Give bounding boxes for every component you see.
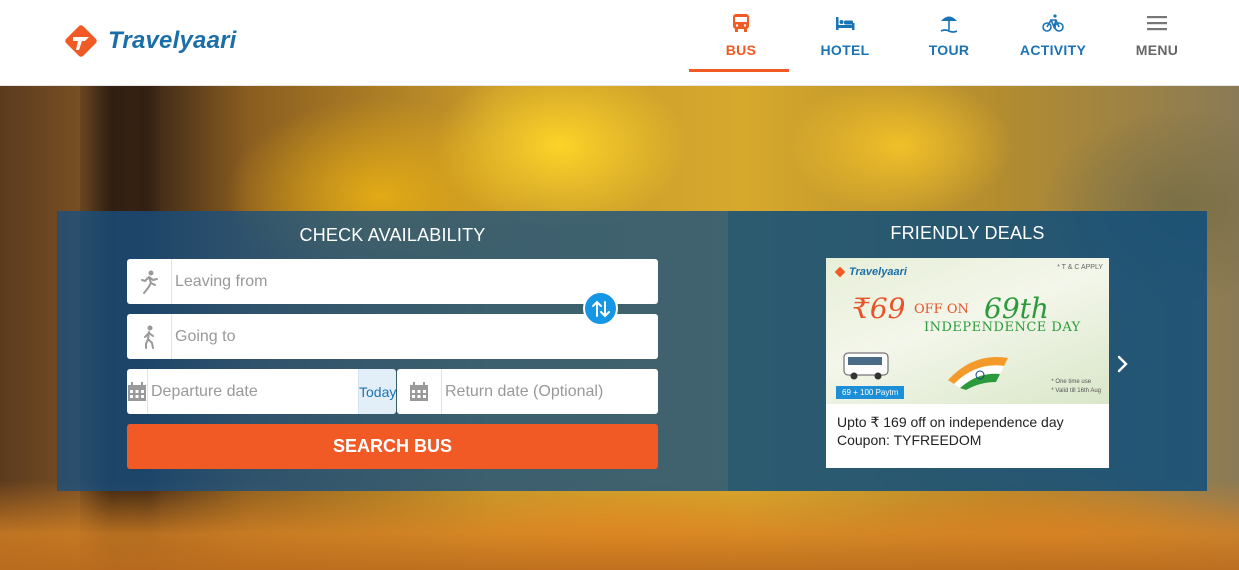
leaf-ground [0,480,1239,570]
calendar-icon [410,381,428,401]
departure-date-input[interactable] [148,370,358,413]
friendly-deals-title: FRIENDLY DEALS [890,223,1045,243]
return-date-field [397,369,658,414]
brand-name: Travelyaari [108,27,237,54]
nav-hotel-label: HOTEL [820,42,870,58]
nav-menu-label: MENU [1135,42,1179,58]
banner-brand: Travelyaari [849,266,907,278]
banner-off-on: OFF ON [914,302,969,317]
deal-description: Upto ₹ 169 off on independence day [837,414,1064,430]
nav-menu[interactable]: MENU [1105,0,1209,86]
logo[interactable]: Travelyaari [62,22,237,60]
leaving-from-field [127,259,658,304]
leaving-from-input[interactable] [172,260,658,303]
nav-activity[interactable]: ACTIVITY [1001,0,1105,86]
site-header: Travelyaari BUS HOTEL TOUR ACTIVITY MENU [0,0,1239,86]
return-date-input[interactable] [442,370,658,413]
banner-occasion: INDEPENDENCE DAY [924,320,1081,335]
nav-hotel[interactable]: HOTEL [793,0,897,86]
deal-coupon: Coupon: TYFREEDOM [837,432,982,448]
beach-umbrella-icon [940,16,958,33]
swap-arrows-icon [591,300,610,317]
swap-cities-button[interactable] [583,291,618,326]
bicycle-icon [1042,14,1064,32]
nav-activity-label: ACTIVITY [1019,42,1087,58]
nav-tour-label: TOUR [928,42,970,58]
nav-bus-label: BUS [725,42,757,58]
travelyaari-logo-icon [835,267,845,277]
bus-icon [733,14,749,32]
banner-paytm: 69 + 100 Paytm [836,386,905,399]
chevron-right-icon[interactable] [1114,354,1130,374]
bed-icon [836,17,855,30]
walking-person-icon [141,270,158,294]
banner-foot-1: * One time use [1051,379,1092,385]
deal-card[interactable]: Travelyaari * T & C APPLY ₹69 OFF ON 69t… [826,258,1109,468]
going-to-input[interactable] [172,315,658,358]
bus-illustration-icon [843,352,889,380]
indian-flag-illustration-icon [948,356,1008,390]
going-to-field [127,314,658,359]
nav-bus[interactable]: BUS [689,0,793,86]
walking-person-icon [144,325,154,349]
check-availability-panel: CHECK AVAILABILITY Leaving from Going to… [57,211,728,491]
banner-foot-2: * Valid till 16th Aug [1051,388,1101,394]
friendly-deals-panel: FRIENDLY DEALS Travelyaari * T & C APPLY… [728,211,1207,491]
deal-banner-image: Travelyaari * T & C APPLY ₹69 OFF ON 69t… [826,258,1109,404]
banner-offer: ₹69 [852,292,906,325]
nav-tour[interactable]: TOUR [897,0,1001,86]
travelyaari-logo-icon [65,25,97,57]
departure-date-field: Today [127,369,397,414]
search-bus-button[interactable]: SEARCH BUS [127,424,658,469]
calendar-icon [128,381,146,401]
banner-tc: * T & C APPLY [1057,264,1103,271]
check-availability-title: CHECK AVAILABILITY [299,225,486,245]
main-nav: BUS HOTEL TOUR ACTIVITY MENU [689,0,1209,86]
hamburger-icon [1147,16,1167,31]
today-button[interactable]: Today [358,369,397,414]
